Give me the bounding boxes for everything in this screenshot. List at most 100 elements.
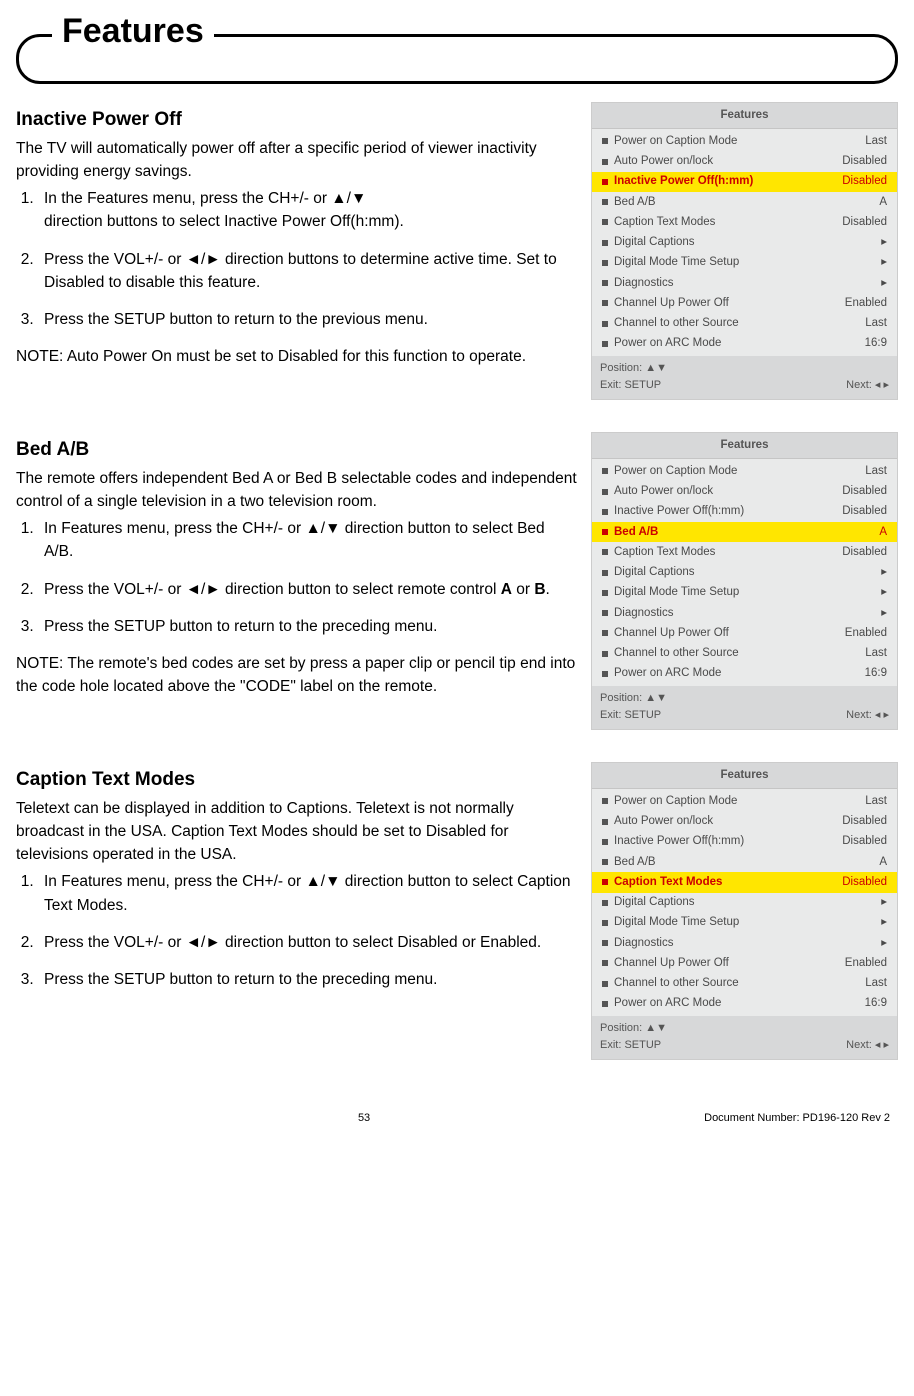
osd-row-value: A <box>879 524 887 541</box>
bullet-icon <box>602 159 608 165</box>
osd-row: Power on ARC Mode16:9 <box>600 334 889 354</box>
osd-row-value: 16:9 <box>865 665 887 682</box>
osd-row: Caption Text ModesDisabled <box>600 542 889 562</box>
osd-row-label: Power on Caption Mode <box>614 463 865 480</box>
osd-row-value: Disabled <box>842 153 887 170</box>
header-title: Features <box>52 6 214 57</box>
osd-footer: Position: ▲▼Exit: SETUPNext: ◂ ▸ <box>592 686 897 729</box>
bullet-icon <box>602 219 608 225</box>
osd-row-value: ▸ <box>881 275 887 292</box>
document-number: Document Number: PD196-120 Rev 2 <box>704 1110 890 1127</box>
osd-row-label: Caption Text Modes <box>614 214 842 231</box>
osd-row-value: Disabled <box>842 874 887 891</box>
osd-row-label: Channel Up Power Off <box>614 625 845 642</box>
bullet-icon <box>602 549 608 555</box>
bullet-icon <box>602 859 608 865</box>
osd-row: Diagnostics▸ <box>600 603 889 623</box>
osd-title: Features <box>592 433 897 459</box>
osd-row: Bed A/BA <box>600 852 889 872</box>
bullet-icon <box>602 819 608 825</box>
osd-items: Power on Caption ModeLastAuto Power on/l… <box>592 129 897 356</box>
bullet-icon <box>602 468 608 474</box>
bullet-icon <box>602 590 608 596</box>
osd-row-value: ▸ <box>881 584 887 601</box>
osd-footer-exit: Exit: SETUP <box>600 707 846 724</box>
bullet-icon <box>602 489 608 495</box>
osd-row: Auto Power on/lockDisabled <box>600 482 889 502</box>
osd-row-value: Disabled <box>842 173 887 190</box>
osd-row-label: Auto Power on/lock <box>614 153 842 170</box>
section-inactive-power-off: FeaturesPower on Caption ModeLastAuto Po… <box>16 102 898 410</box>
bullet-icon <box>602 341 608 347</box>
bullet-icon <box>602 199 608 205</box>
osd-row: Digital Captions▸ <box>600 563 889 583</box>
osd-row-value: Disabled <box>842 813 887 830</box>
osd-row: Channel to other SourceLast <box>600 314 889 334</box>
osd-row-label: Digital Captions <box>614 234 881 251</box>
page-number: 53 <box>24 1110 704 1127</box>
osd-row-label: Channel to other Source <box>614 315 865 332</box>
page-header: Features <box>16 16 898 66</box>
osd-footer-position: Position: ▲▼ <box>600 690 889 707</box>
osd-row-label: Channel to other Source <box>614 645 865 662</box>
osd-row-value: Disabled <box>842 214 887 231</box>
bullet-icon <box>602 570 608 576</box>
osd-row-label: Auto Power on/lock <box>614 813 842 830</box>
bullet-icon <box>602 981 608 987</box>
osd-row: Diagnostics▸ <box>600 933 889 953</box>
osd-items: Power on Caption ModeLastAuto Power on/l… <box>592 459 897 686</box>
osd-row-label: Channel to other Source <box>614 975 865 992</box>
osd-row: Digital Mode Time Setup▸ <box>600 583 889 603</box>
bullet-icon <box>602 900 608 906</box>
osd-row-label: Digital Captions <box>614 894 881 911</box>
osd-row: Channel Up Power OffEnabled <box>600 623 889 643</box>
page-footer: 53 Document Number: PD196-120 Rev 2 <box>16 1110 898 1127</box>
osd-row: Digital Mode Time Setup▸ <box>600 253 889 273</box>
osd-footer-next: Next: ◂ ▸ <box>846 707 889 724</box>
bullet-icon <box>602 1001 608 1007</box>
osd-footer-next: Next: ◂ ▸ <box>846 1037 889 1054</box>
bullet-icon <box>602 651 608 657</box>
osd-row-label: Bed A/B <box>614 194 879 211</box>
osd-row-label: Digital Captions <box>614 564 881 581</box>
osd-row-value: ▸ <box>881 914 887 931</box>
osd-row-label: Power on Caption Mode <box>614 793 865 810</box>
osd-row-label: Auto Power on/lock <box>614 483 842 500</box>
bullet-icon <box>602 798 608 804</box>
osd-row: Power on ARC Mode16:9 <box>600 994 889 1014</box>
osd-row-value: Enabled <box>845 625 887 642</box>
bullet-icon <box>602 321 608 327</box>
osd-row: Channel to other SourceLast <box>600 644 889 664</box>
osd-row-label: Power on ARC Mode <box>614 335 865 352</box>
osd-row: Channel Up Power OffEnabled <box>600 293 889 313</box>
osd-menu: FeaturesPower on Caption ModeLastAuto Po… <box>591 762 898 1060</box>
osd-footer-exit: Exit: SETUP <box>600 1037 846 1054</box>
bullet-icon <box>602 280 608 286</box>
osd-row: Inactive Power Off(h:mm)Disabled <box>600 832 889 852</box>
bullet-icon <box>602 179 608 185</box>
bold-a: A <box>501 581 512 598</box>
osd-row: Diagnostics▸ <box>600 273 889 293</box>
osd-row: Channel to other SourceLast <box>600 974 889 994</box>
osd-row: Power on Caption ModeLast <box>600 791 889 811</box>
osd-row-value: ▸ <box>881 254 887 271</box>
osd-row: Auto Power on/lockDisabled <box>600 812 889 832</box>
step-text: Press the VOL+/- or ◄/► direction button… <box>44 581 501 598</box>
osd-row-value: Enabled <box>845 295 887 312</box>
osd-row-label: Diagnostics <box>614 275 881 292</box>
bullet-icon <box>602 240 608 246</box>
osd-title: Features <box>592 103 897 129</box>
osd-row-label: Inactive Power Off(h:mm) <box>614 503 842 520</box>
osd-items: Power on Caption ModeLastAuto Power on/l… <box>592 789 897 1016</box>
bullet-icon <box>602 260 608 266</box>
osd-row-value: ▸ <box>881 935 887 952</box>
osd-row-label: Caption Text Modes <box>614 544 842 561</box>
osd-row-label: Diagnostics <box>614 605 881 622</box>
osd-row-value: Disabled <box>842 503 887 520</box>
osd-row-label: Power on ARC Mode <box>614 995 865 1012</box>
osd-row-value: Disabled <box>842 544 887 561</box>
osd-row-value: ▸ <box>881 605 887 622</box>
osd-row-value: Last <box>865 975 887 992</box>
osd-row: Digital Captions▸ <box>600 233 889 253</box>
osd-row-value: A <box>879 194 887 211</box>
